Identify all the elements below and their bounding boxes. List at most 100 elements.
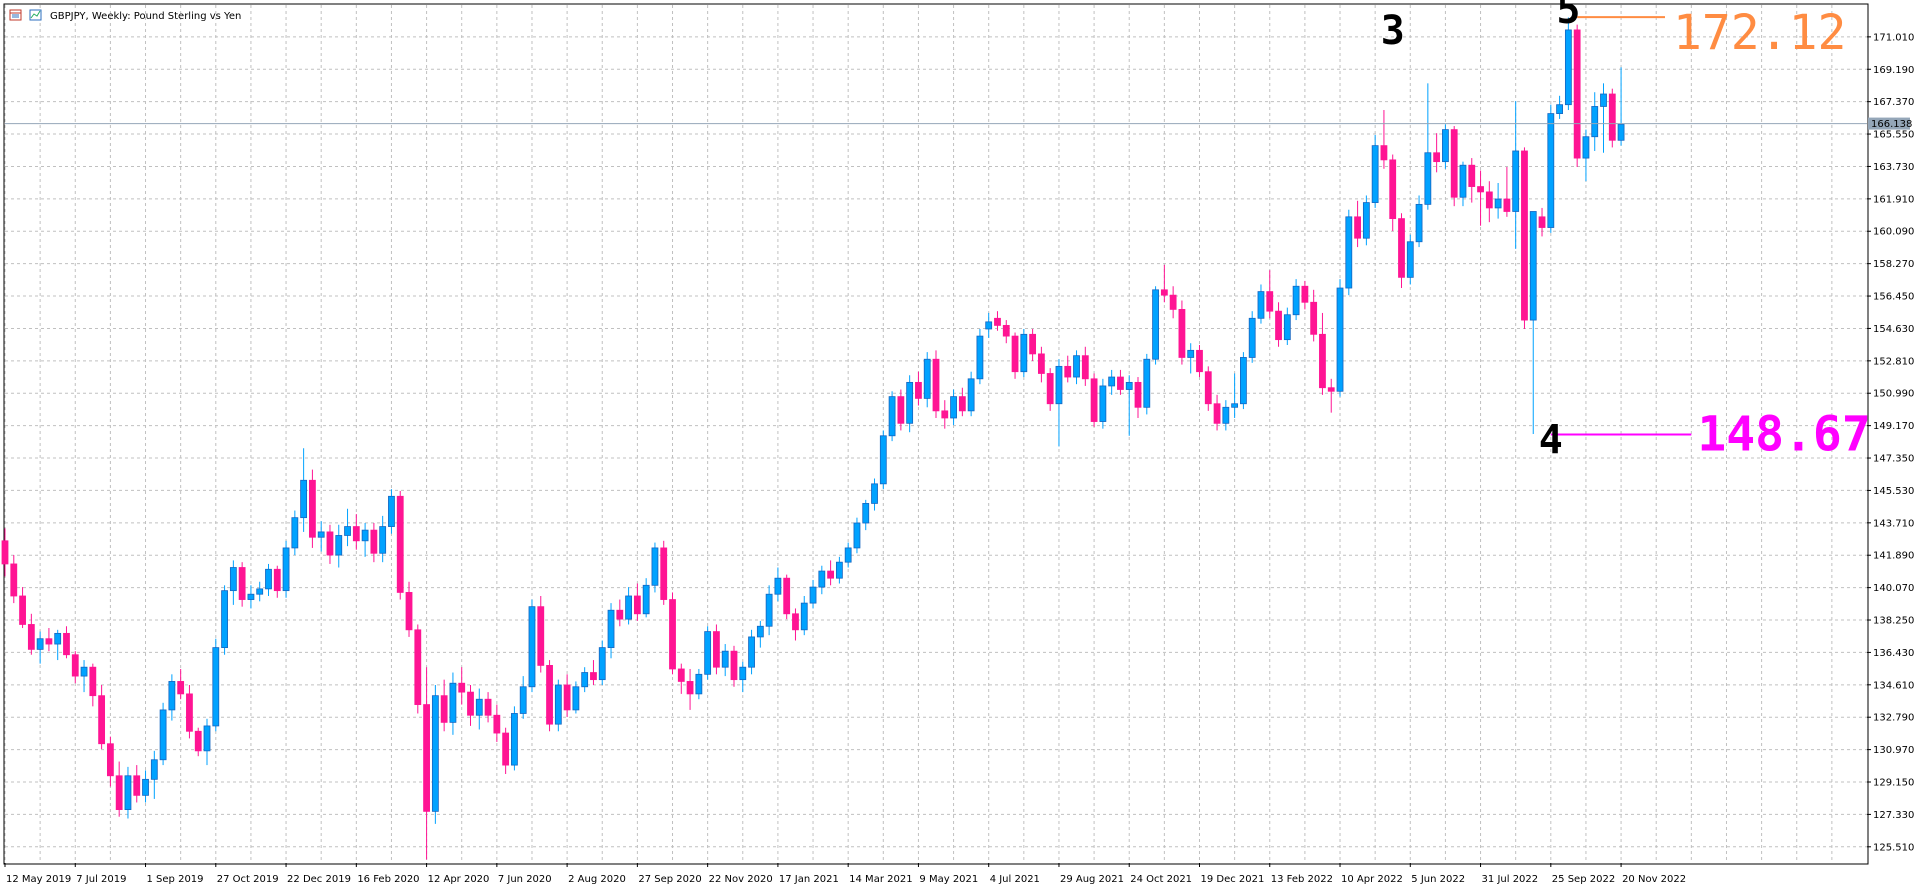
candle-body	[1442, 129, 1449, 163]
candle-body	[669, 599, 676, 670]
candle	[1336, 279, 1344, 397]
candle-body	[361, 529, 369, 542]
candle	[783, 574, 791, 620]
candle-body	[98, 695, 106, 745]
candle-body	[835, 561, 843, 579]
candle	[1020, 328, 1028, 378]
candle-body	[1459, 164, 1467, 198]
x-tick-label: 5 Jun 2022	[1411, 874, 1465, 885]
y-tick-label: 160.090	[1873, 227, 1914, 238]
y-tick-label: 167.370	[1873, 97, 1914, 108]
candle-body	[1169, 294, 1177, 310]
candle-body	[1319, 333, 1326, 389]
candle	[511, 706, 518, 771]
candle-body	[906, 381, 914, 424]
candle-body	[932, 358, 940, 412]
candle-body	[449, 682, 457, 723]
x-tick-label: 7 Jul 2019	[76, 874, 126, 885]
candle-body	[765, 593, 773, 627]
candle-body	[721, 650, 729, 668]
candle-body	[958, 396, 966, 412]
candle	[1152, 286, 1159, 365]
y-tick-label: 154.630	[1873, 324, 1914, 335]
candle-body	[150, 759, 158, 780]
candle	[546, 660, 553, 732]
candle-body	[695, 673, 703, 695]
y-tick-label: 136.430	[1873, 648, 1914, 659]
candle-body	[1345, 216, 1353, 289]
candle-body	[484, 698, 492, 716]
candle-body	[1450, 129, 1458, 198]
candle	[888, 391, 896, 442]
candle-body	[862, 503, 870, 524]
candle-body	[1521, 150, 1528, 321]
x-tick-label: 27 Sep 2020	[638, 874, 701, 885]
candle-body	[221, 590, 228, 649]
candle-body	[1336, 287, 1344, 392]
x-tick-label: 10 Apr 2022	[1341, 874, 1403, 885]
candle	[660, 540, 668, 605]
candle-body	[1362, 202, 1370, 239]
candle-body	[800, 602, 808, 631]
y-tick-label: 141.890	[1873, 551, 1914, 562]
chart-window-icon[interactable]	[9, 9, 22, 21]
candle-body	[414, 629, 422, 705]
candle-body	[159, 709, 167, 761]
candle-body	[1608, 93, 1616, 141]
candle-body	[1582, 136, 1590, 159]
candle-body	[554, 684, 562, 725]
candle-body	[54, 632, 62, 645]
candle-body	[871, 483, 878, 504]
candle-body	[1152, 289, 1159, 360]
candle	[713, 624, 720, 675]
candle-body	[572, 686, 580, 711]
candle-body	[809, 586, 817, 604]
y-tick-label: 161.910	[1873, 194, 1914, 205]
chart-properties-icon[interactable]	[29, 9, 42, 21]
candle-body	[1283, 314, 1291, 341]
candle-body	[730, 650, 738, 681]
candle-body	[326, 531, 334, 556]
x-tick-label: 27 Oct 2019	[217, 874, 279, 885]
y-tick-label: 165.550	[1873, 130, 1914, 141]
candle-body	[1371, 145, 1379, 203]
candle	[651, 542, 659, 593]
level-label-high: 172.12	[1673, 5, 1846, 61]
candle-body	[1468, 164, 1476, 187]
candle-body	[379, 526, 387, 554]
y-tick-label: 147.350	[1873, 454, 1914, 465]
y-tick-label: 169.190	[1873, 65, 1914, 76]
candle	[554, 679, 562, 732]
candle-body	[1406, 241, 1414, 278]
candle-body	[247, 593, 255, 600]
y-tick-label: 125.510	[1873, 842, 1914, 853]
candle-body	[748, 636, 755, 668]
x-tick-label: 4 Jul 2021	[990, 874, 1040, 885]
candle-body	[783, 577, 791, 615]
candle-body	[467, 691, 474, 716]
candle	[528, 599, 536, 693]
candle-body	[124, 775, 132, 810]
candle-body	[923, 358, 931, 399]
wave-label-5: 5	[1556, 0, 1580, 33]
candle-body	[106, 743, 114, 777]
y-tick-label: 158.270	[1873, 259, 1914, 270]
y-tick-label: 140.070	[1873, 583, 1914, 594]
candle-body	[1117, 376, 1124, 390]
candle	[221, 585, 228, 655]
candle	[309, 469, 316, 548]
candle-body	[1222, 406, 1230, 424]
price-chart[interactable]: 171.010 169.190 167.370 165.550 163.730 161.9…	[0, 0, 1920, 892]
candle-body	[1134, 381, 1142, 408]
candle	[1573, 24, 1581, 167]
x-tick-label: 9 May 2021	[919, 874, 978, 885]
candle	[1521, 147, 1528, 329]
candle	[853, 517, 861, 554]
candle-body	[89, 666, 97, 697]
candle-body	[950, 396, 957, 419]
candle-body	[1187, 349, 1195, 358]
x-tick-label: 24 Oct 2021	[1130, 874, 1192, 885]
candle	[1398, 213, 1405, 289]
x-tick-label: 29 Aug 2021	[1060, 874, 1124, 885]
candle-body	[590, 672, 597, 681]
